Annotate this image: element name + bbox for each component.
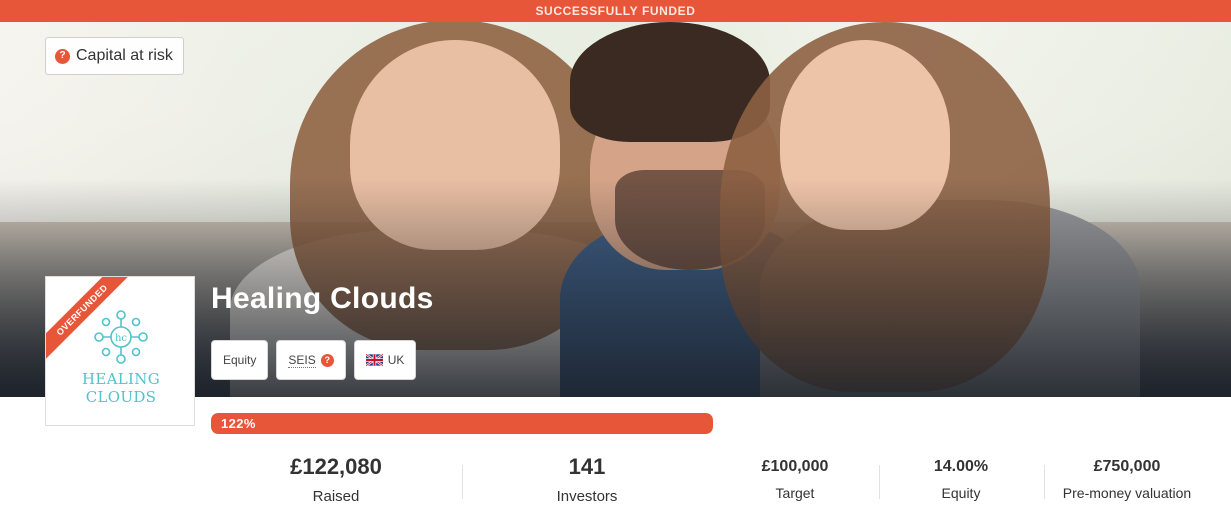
stat-divider <box>1044 465 1045 499</box>
stat-divider <box>462 465 463 499</box>
funded-status-banner: SUCCESSFULLY FUNDED <box>0 0 1231 22</box>
funding-progress-bar: 122% <box>211 413 713 434</box>
stat-valuation: £750,000 Pre-money valuation <box>1046 458 1208 501</box>
investors-label: Investors <box>556 488 618 505</box>
equity-label: Equity <box>941 485 981 501</box>
progress-fill <box>211 413 713 434</box>
country-tag[interactable]: UK <box>353 340 417 380</box>
valuation-value: £750,000 <box>1093 458 1161 475</box>
stat-divider <box>879 465 880 499</box>
stat-investors: 141 Investors <box>487 454 687 505</box>
capital-at-risk-button[interactable]: ? Capital at risk <box>45 37 184 75</box>
stat-equity: 14.00% Equity <box>885 458 1037 501</box>
healing-clouds-logo-icon: hc <box>94 310 148 364</box>
valuation-label: Pre-money valuation <box>1062 485 1192 501</box>
equity-tag[interactable]: Equity <box>211 340 269 380</box>
equity-tag-label: Equity <box>223 353 257 367</box>
question-icon: ? <box>55 48 70 64</box>
company-name: Healing Clouds <box>211 282 434 315</box>
progress-percent: 122% <box>221 416 256 431</box>
company-logo: hc HEALING CLOUDS OVERFUNDED <box>45 276 195 426</box>
seis-tag[interactable]: SEIS ? <box>276 340 346 380</box>
raised-value: £122,080 <box>290 454 382 479</box>
stat-target: £100,000 Target <box>715 458 875 501</box>
question-icon: ? <box>320 353 334 367</box>
stat-raised: £122,080 Raised <box>236 454 436 505</box>
capital-at-risk-label: Capital at risk <box>76 47 173 64</box>
tag-list: Equity SEIS ? UK <box>211 340 417 380</box>
raised-label: Raised <box>312 488 360 505</box>
logo-wordmark: HEALING CLOUDS <box>82 370 160 406</box>
uk-flag-icon <box>365 354 383 366</box>
svg-text:hc: hc <box>115 333 127 344</box>
target-label: Target <box>775 485 815 501</box>
target-value: £100,000 <box>761 458 829 475</box>
seis-tag-label: SEIS <box>288 352 316 368</box>
equity-value: 14.00% <box>933 458 989 475</box>
country-tag-label: UK <box>387 353 405 367</box>
investors-value: 141 <box>568 454 606 479</box>
